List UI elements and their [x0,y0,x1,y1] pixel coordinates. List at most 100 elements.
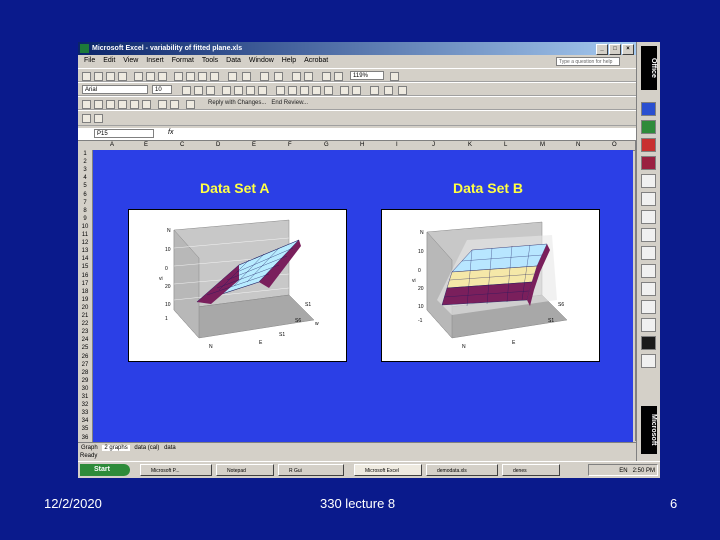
publisher-icon[interactable] [641,192,656,206]
review-icon-3[interactable] [106,100,115,109]
column-header[interactable]: H [360,141,364,150]
tab-data-cal[interactable]: data (cal) [134,445,159,451]
close-icon[interactable] [641,336,656,350]
menu-data[interactable]: Data [226,57,241,64]
menu-view[interactable]: View [123,57,138,64]
row-header[interactable]: 33 [78,409,92,417]
increase-indent-icon[interactable] [352,86,361,95]
review-icon-1[interactable] [82,100,91,109]
end-review-button[interactable]: End Review... [271,100,308,106]
explorer-icon[interactable] [641,318,656,332]
row-header[interactable]: 27 [78,361,92,369]
column-header[interactable]: N [576,141,580,150]
tab-graph[interactable]: Graph [81,445,98,451]
row-header[interactable]: 36 [78,434,92,442]
format-painter-icon[interactable] [210,72,219,81]
menu-insert[interactable]: Insert [146,57,164,64]
row-header[interactable]: 3 [78,166,92,174]
row-header[interactable]: 10 [78,223,92,231]
review-icon-8[interactable] [170,100,179,109]
row-header[interactable]: 5 [78,182,92,190]
notepad-icon[interactable] [641,264,656,278]
column-header[interactable]: I [396,141,398,150]
print-preview-icon[interactable] [146,72,155,81]
row-header[interactable]: 17 [78,280,92,288]
row-header[interactable]: 11 [78,231,92,239]
row-header[interactable]: 18 [78,288,92,296]
row-header[interactable]: 32 [78,401,92,409]
row-header[interactable]: 2 [78,158,92,166]
outlook-icon[interactable] [641,174,656,188]
row-header[interactable]: 20 [78,304,92,312]
column-header[interactable]: E [144,141,148,150]
column-header[interactable]: O [612,141,617,150]
column-header[interactable]: J [432,141,435,150]
powerpoint-icon[interactable] [641,138,656,152]
font-color-icon[interactable] [398,86,407,95]
search-icon[interactable] [641,300,656,314]
row-header[interactable]: 1 [78,150,92,158]
print-icon[interactable] [134,72,143,81]
start-button[interactable]: Start [80,464,130,476]
align-left-icon[interactable] [222,86,231,95]
column-header[interactable]: F [288,141,292,150]
row-header[interactable]: 26 [78,353,92,361]
review-icon-4[interactable] [118,100,127,109]
row-header[interactable]: 28 [78,369,92,377]
row-header[interactable]: 29 [78,377,92,385]
zoom-select[interactable]: 119% [350,71,384,80]
excel-shortcut-icon[interactable] [641,120,656,134]
copy-icon[interactable] [186,72,195,81]
sort-descending-icon[interactable] [304,72,313,81]
borders-icon[interactable] [370,86,379,95]
merge-center-icon[interactable] [258,86,267,95]
align-center-icon[interactable] [234,86,243,95]
task-button[interactable]: demodata.xls [426,464,498,476]
review-icon-9[interactable] [186,100,195,109]
tab-2-graphs[interactable]: 2 graphs [102,445,130,451]
maximize-button[interactable]: □ [609,44,621,55]
row-header[interactable]: 21 [78,312,92,320]
currency-icon[interactable] [276,86,285,95]
task-button[interactable]: R Gui [278,464,344,476]
menu-acrobat[interactable]: Acrobat [304,57,328,64]
new-document-icon[interactable] [641,228,656,242]
column-header[interactable]: E [252,141,256,150]
close-button[interactable]: × [622,44,634,55]
toolbar-icon-a[interactable] [82,114,91,123]
menu-format[interactable]: Format [172,57,194,64]
shortcut-icon[interactable] [641,354,656,368]
review-icon-5[interactable] [130,100,139,109]
task-button[interactable]: denes [502,464,560,476]
row-header[interactable]: 8 [78,207,92,215]
task-button-active[interactable]: Microsoft Excel [354,464,422,476]
review-icon-6[interactable] [142,100,151,109]
menu-edit[interactable]: Edit [103,57,115,64]
column-header[interactable]: D [216,141,220,150]
name-box[interactable]: P15 [94,129,154,138]
row-header[interactable]: 9 [78,215,92,223]
paste-icon[interactable] [198,72,207,81]
percent-icon[interactable] [288,86,297,95]
underline-icon[interactable] [206,86,215,95]
worksheet-area[interactable]: Data Set A Data Set B N 10 0 20 10 1 vi … [93,150,633,442]
autosum-icon[interactable] [274,72,283,81]
font-name-select[interactable]: Arial [82,85,148,94]
help-icon[interactable] [390,72,399,81]
paint-icon[interactable] [641,246,656,260]
column-header[interactable]: K [468,141,472,150]
tab-data[interactable]: data [164,445,176,451]
menu-help[interactable]: Help [282,57,296,64]
drawing-icon[interactable] [334,72,343,81]
reply-with-changes-button[interactable]: Reply with Changes... [208,100,266,106]
minimize-button[interactable]: _ [596,44,608,55]
toolbar-icon-b[interactable] [94,114,103,123]
open-icon[interactable] [94,72,103,81]
help-search-input[interactable]: Type a question for help [556,57,620,66]
column-header[interactable]: G [324,141,329,150]
row-header[interactable]: 7 [78,199,92,207]
font-size-select[interactable]: 10 [152,85,172,94]
row-header[interactable]: 19 [78,296,92,304]
align-right-icon[interactable] [246,86,255,95]
menu-tools[interactable]: Tools [202,57,218,64]
